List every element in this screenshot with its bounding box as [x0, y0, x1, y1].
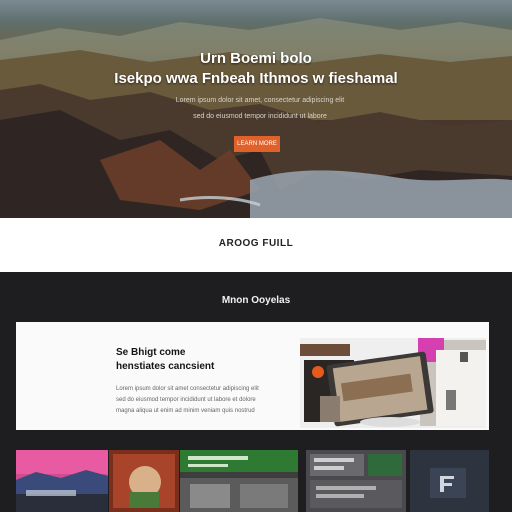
feature-card-body-line2: sed do eiusmod tempor incididunt ut labo…: [116, 397, 256, 403]
hero-subtitle-line2: sed do eiusmod tempor incididunt ut labo…: [193, 113, 327, 120]
feature-card-heading-line1: Se Bhigt come: [116, 347, 186, 358]
hero-subtitle-line1: Lorem ipsum dolor sit amet, consectetur …: [175, 97, 345, 104]
hero-landscape-image: [0, 18, 512, 218]
feature-card-body-line1: Lorem ipsum dolor sit amet consectetur a…: [116, 386, 259, 392]
thumbnail-4[interactable]: [306, 450, 406, 512]
thumbnail-3[interactable]: [180, 450, 298, 512]
feature-card-body-line3: magna aliqua ut enim ad minim veniam qui…: [116, 408, 255, 414]
section-title: AROOG FUILL: [218, 238, 294, 249]
hero-banner: Urn Boemi bolo Isekpo wwa Fnbeah Ithmos …: [0, 0, 512, 218]
dark-section-title: Mnon Ooyelas: [221, 295, 291, 306]
thumbnail-2[interactable]: [109, 450, 179, 512]
thumbnail-1[interactable]: [16, 450, 108, 512]
hero-title-line1: Urn Boemi bolo: [200, 50, 312, 67]
hero-cta-button[interactable]: LEARN MORE: [234, 136, 280, 152]
feature-card-image: [300, 338, 486, 428]
hero-title-line2: Isekpo wwa Fnbeah Ithmos w fieshamal: [114, 70, 398, 87]
thumbnail-5[interactable]: [410, 450, 489, 512]
feature-card-heading-line2: henstiates cancsient: [116, 361, 215, 372]
